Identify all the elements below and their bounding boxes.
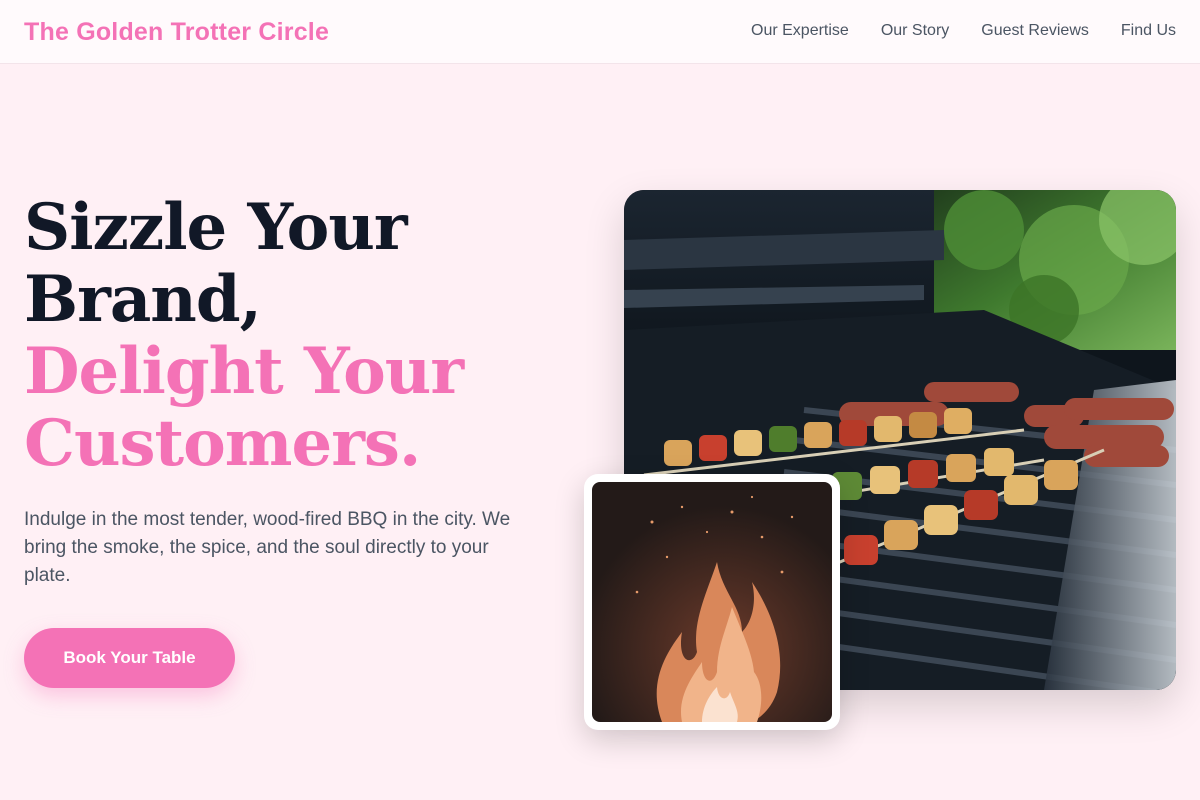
nav-link-find-us[interactable]: Find Us [1121,20,1176,42]
brand-logo[interactable]: The Golden Trotter Circle [24,16,329,48]
headline-line-3: Delight Your [24,334,464,409]
fire-flames-photo [592,482,832,722]
headline-line-4: Customers. [24,406,421,481]
nav-link-guest-reviews[interactable]: Guest Reviews [981,20,1089,42]
nav-link-our-story[interactable]: Our Story [881,20,949,42]
nav-links: Our Expertise Our Story Guest Reviews Fi… [751,20,1176,42]
nav-link-our-expertise[interactable]: Our Expertise [751,20,849,42]
book-table-button[interactable]: Book Your Table [24,628,235,688]
headline-line-2: Brand, [24,262,262,337]
hero-text: Sizzle Your Brand, Delight Your Customer… [24,192,564,590]
inset-photo-card [584,474,840,730]
navbar: The Golden Trotter Circle Our Expertise … [0,0,1200,64]
hero-tagline: Indulge in the most tender, wood-fired B… [24,509,511,586]
headline-line-1: Sizzle Your [24,190,408,265]
hero-headline: Sizzle Your Brand, Delight Your Customer… [24,192,564,480]
